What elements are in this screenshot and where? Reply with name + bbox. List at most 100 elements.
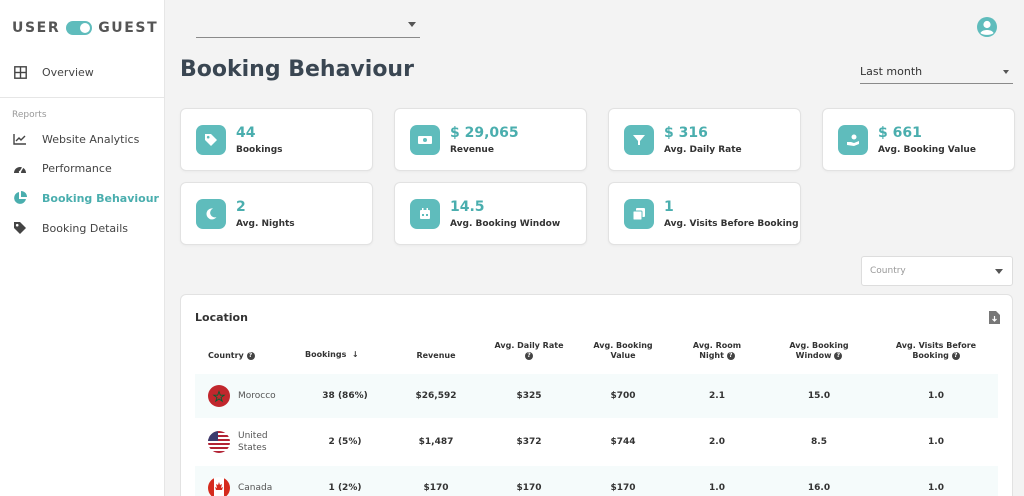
adr-cell: $325	[516, 391, 542, 401]
filter-icon	[624, 125, 654, 155]
table-row[interactable]: Morocco 38 (86%) $26,592 $325 $700 2.1 1…	[195, 374, 998, 418]
brand-logo[interactable]: USER GUEST	[12, 20, 158, 36]
column-header-avg-booking-value[interactable]: Avg. Booking Value	[581, 341, 665, 361]
kpi-label: Avg. Visits Before Booking	[664, 219, 799, 229]
arn-cell: 2.1	[709, 391, 725, 401]
country-name: United	[238, 431, 268, 441]
money-icon	[410, 125, 440, 155]
table-row[interactable]: Canada 1 (2%) $170 $170 $170 1.0 16.0 1.…	[195, 466, 998, 496]
column-header-avg-daily-rate[interactable]: Avg. Daily Rate?	[487, 341, 571, 361]
line-chart-icon	[12, 131, 28, 147]
abv-cell: $700	[610, 391, 636, 401]
kpi-card-avg-nights: 2 Avg. Nights	[180, 182, 373, 245]
user-avatar-icon[interactable]	[976, 16, 998, 38]
chevron-down-icon	[408, 22, 416, 27]
bookings-cell: 1 (2%)	[328, 483, 362, 493]
speedometer-icon	[12, 160, 28, 176]
brand-right: GUEST	[98, 20, 159, 36]
kpi-value: $ 29,065	[450, 125, 519, 141]
sidebar-item-overview[interactable]: Overview	[0, 58, 165, 86]
country-name: Canada	[238, 483, 273, 493]
country-name-line2: States	[238, 443, 267, 453]
kpi-card-avg-visits: 1 Avg. Visits Before Booking	[608, 182, 801, 245]
kpi-label: Avg. Daily Rate	[664, 145, 742, 155]
sidebar-item-booking-behaviour[interactable]: Booking Behaviour	[0, 184, 165, 212]
country-filter-select[interactable]: Country	[861, 256, 1013, 286]
kpi-label: Avg. Booking Value	[878, 145, 976, 155]
sidebar-item-performance[interactable]: Performance	[0, 154, 165, 182]
kpi-value: 14.5	[450, 199, 485, 215]
revenue-cell: $1,487	[418, 437, 454, 447]
usa-flag-icon	[208, 431, 230, 453]
kpi-value: 44	[236, 125, 256, 141]
abv-cell: $170	[610, 483, 636, 493]
bookings-cell: 2 (5%)	[328, 437, 362, 447]
column-header-revenue[interactable]: Revenue	[401, 351, 471, 361]
help-icon: ?	[951, 351, 960, 360]
period-select-value: Last month	[860, 65, 923, 78]
avb-cell: 1.0	[928, 437, 944, 447]
panel-title: Location	[195, 311, 248, 324]
pie-chart-icon	[12, 190, 28, 206]
column-header-country[interactable]: Country ?	[195, 351, 275, 361]
page-title: Booking Behaviour	[180, 57, 414, 82]
country-cell: Morocco	[195, 374, 305, 418]
adr-cell: $372	[516, 437, 542, 447]
kpi-label: Avg. Nights	[236, 219, 295, 229]
sidebar-item-label: Overview	[42, 65, 94, 79]
kpi-value: $ 316	[664, 125, 708, 141]
brand-left: USER	[12, 20, 61, 36]
canada-flag-icon	[208, 477, 230, 496]
period-select[interactable]: Last month	[860, 60, 1013, 84]
abw-cell: 16.0	[807, 483, 831, 493]
bookings-cell: 38 (86%)	[322, 391, 368, 401]
morocco-flag-icon	[208, 385, 230, 407]
kpi-card-avg-booking-window: 14.5 Avg. Booking Window	[394, 182, 587, 245]
toggle-icon	[66, 21, 93, 35]
section-label: Reports	[12, 110, 47, 120]
sidebar-item-website-analytics[interactable]: Website Analytics	[0, 125, 165, 153]
abw-cell: 15.0	[807, 391, 831, 401]
avb-cell: 1.0	[928, 483, 944, 493]
abv-cell: $744	[610, 437, 636, 447]
country-cell: Canada	[195, 466, 305, 496]
column-header-avg-booking-window[interactable]: Avg. Booking Window ?	[775, 341, 863, 361]
column-header-avg-visits-before-booking[interactable]: Avg. Visits Before Booking ?	[881, 341, 991, 361]
arn-cell: 1.0	[709, 483, 725, 493]
sidebar-item-label: Performance	[42, 161, 112, 175]
export-file-icon[interactable]	[989, 309, 1000, 324]
sort-down-arrow-icon: ↓	[351, 350, 359, 359]
help-icon: ?	[834, 351, 843, 360]
help-icon: ?	[726, 351, 735, 360]
table-row[interactable]: United States 2 (5%) $1,487 $372 $744 2.0…	[195, 420, 998, 464]
revenue-cell: $170	[423, 483, 449, 493]
sidebar-item-booking-details[interactable]: Booking Details	[0, 214, 165, 242]
avb-cell: 1.0	[928, 391, 944, 401]
country-cell: United States	[195, 420, 305, 464]
sidebar-item-label: Booking Behaviour	[42, 191, 159, 205]
column-header-avg-room-night[interactable]: Avg. Room Night ?	[675, 341, 759, 361]
property-select[interactable]	[196, 12, 420, 38]
help-icon: ?	[525, 351, 533, 360]
kpi-value: 2	[236, 199, 246, 215]
sidebar-divider	[0, 97, 165, 98]
tag-icon	[196, 125, 226, 155]
kpi-value: $ 661	[878, 125, 922, 141]
tag-icon	[12, 220, 28, 236]
hand-money-icon	[838, 125, 868, 155]
calendar-icon	[410, 199, 440, 229]
chevron-down-icon	[1003, 70, 1009, 74]
help-icon: ?	[246, 351, 255, 360]
column-header-bookings[interactable]: Bookings ↓	[305, 350, 385, 360]
kpi-label: Avg. Booking Window	[450, 219, 561, 229]
sidebar: USER GUEST Overview Reports Website Anal…	[0, 0, 165, 496]
kpi-label: Revenue	[450, 145, 494, 155]
location-panel: Location Country ? Bookings ↓ Revenue Av…	[180, 294, 1013, 496]
kpi-card-avg-daily-rate: $ 316 Avg. Daily Rate	[608, 108, 801, 171]
chevron-down-icon	[995, 269, 1003, 274]
kpi-card-bookings: 44 Bookings	[180, 108, 373, 171]
kpi-label: Bookings	[236, 145, 283, 155]
kpi-card-avg-booking-value: $ 661 Avg. Booking Value	[822, 108, 1015, 171]
country-filter-placeholder: Country	[870, 266, 906, 276]
country-name: Morocco	[238, 391, 276, 401]
